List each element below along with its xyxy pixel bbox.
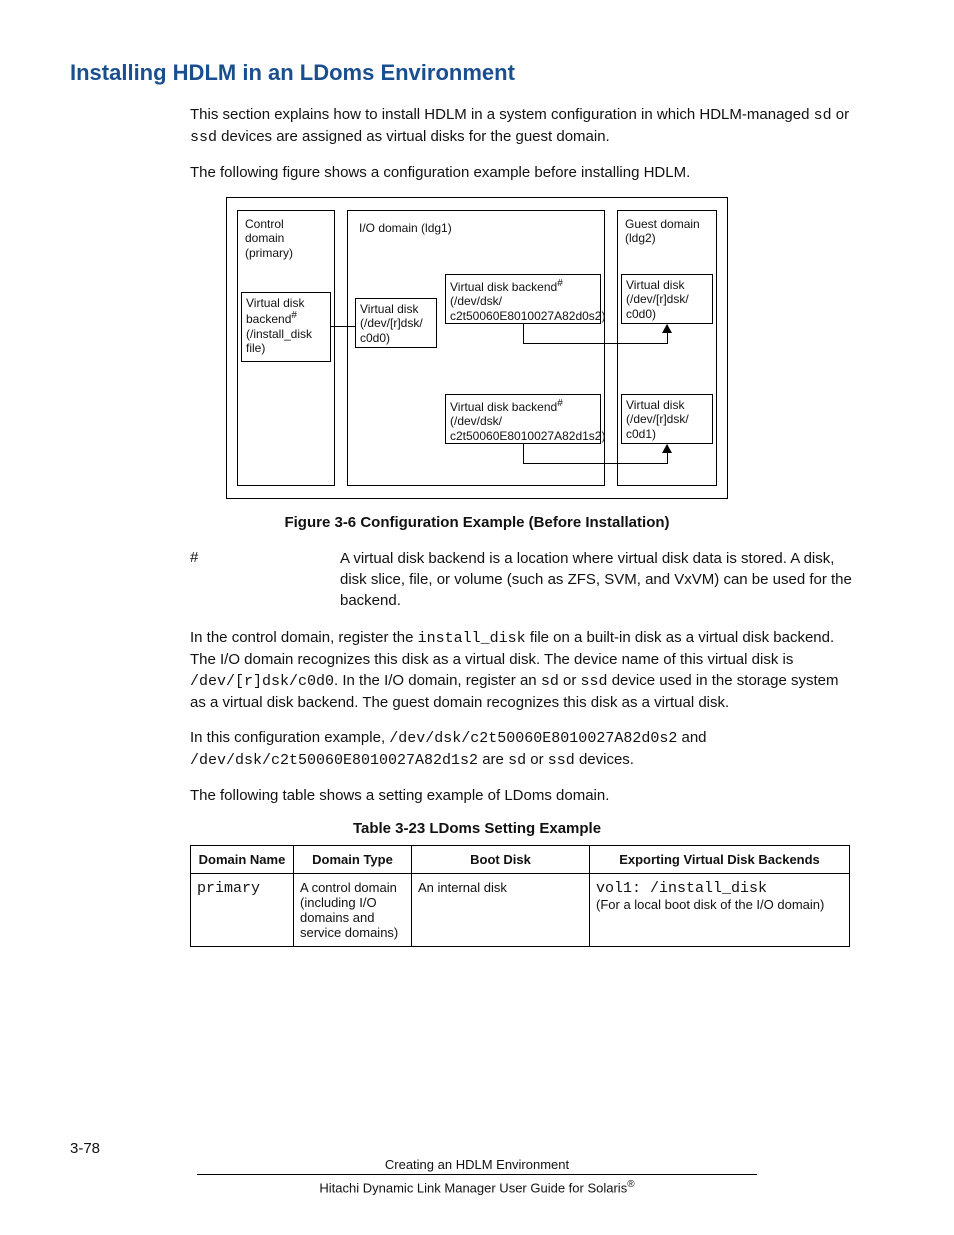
- footer-line1: Creating an HDLM Environment: [197, 1157, 757, 1175]
- p4a: In this configuration example,: [190, 729, 389, 746]
- gvd1-l1: Virtual disk: [626, 278, 684, 292]
- p3d: or: [559, 672, 581, 689]
- gvd2-l2: (/dev/[r]dsk/: [626, 412, 689, 426]
- vdb2-l2: (/dev/dsk/: [450, 414, 502, 428]
- io-vd-l3: c0d0): [360, 331, 390, 345]
- p3c: . In the I/O domain, register an: [334, 672, 541, 689]
- td-domain-name-val: primary: [197, 880, 260, 897]
- code-dev-c0d0: /dev/[r]dsk/c0d0: [190, 673, 334, 690]
- io-vd-l1: Virtual disk: [360, 302, 418, 316]
- p4e: devices.: [575, 751, 634, 768]
- th-exporting: Exporting Virtual Disk Backends: [590, 846, 850, 874]
- ctrl-box-l3: (/install_disk: [246, 327, 312, 341]
- code-p4-1: /dev/dsk/c2t50060E8010027A82d0s2: [389, 730, 677, 747]
- code-p4-2: /dev/dsk/c2t50060E8010027A82d1s2: [190, 752, 478, 769]
- ldoms-table: Domain Name Domain Type Boot Disk Export…: [190, 845, 850, 947]
- td-exporting-text: (For a local boot disk of the I/O domain…: [596, 897, 824, 912]
- vdb1-sup: #: [557, 278, 563, 289]
- vdb2-l1: Virtual disk backend: [450, 400, 557, 414]
- io-vd-l2: (/dev/[r]dsk/: [360, 316, 423, 330]
- figure-caption: Figure 3-6 Configuration Example (Before…: [70, 514, 884, 531]
- th-domain-type: Domain Type: [294, 846, 412, 874]
- code-ssd-3: ssd: [548, 752, 575, 769]
- paragraph-2: The following figure shows a configurati…: [190, 162, 854, 183]
- diagram-control-l1: Control: [245, 217, 284, 231]
- gvd2-l3: c0d1): [626, 427, 656, 441]
- configuration-diagram: Control domain (primary) I/O domain (ldg…: [226, 197, 728, 499]
- para1-text-c: devices are assigned as virtual disks fo…: [217, 128, 610, 145]
- footer-line2: Hitachi Dynamic Link Manager User Guide …: [70, 1179, 884, 1195]
- code-install-disk: install_disk: [418, 630, 526, 647]
- footer-line2-text: Hitachi Dynamic Link Manager User Guide …: [319, 1180, 627, 1195]
- td-exporting-code: vol1: /install_disk: [596, 880, 767, 897]
- vdb1-l3: c2t50060E8010027A82d0s2): [450, 309, 605, 323]
- table-caption: Table 3-23 LDoms Setting Example: [70, 820, 884, 837]
- paragraph-5: The following table shows a setting exam…: [190, 785, 854, 806]
- td-exporting: vol1: /install_disk (For a local boot di…: [590, 874, 850, 947]
- paragraph-1: This section explains how to install HDL…: [190, 104, 854, 148]
- p4c: are: [478, 751, 508, 768]
- diagram-guest-l1: Guest domain: [625, 217, 700, 231]
- th-boot-disk: Boot Disk: [412, 846, 590, 874]
- vdb2-sup: #: [557, 398, 563, 409]
- code-ssd: ssd: [190, 129, 217, 146]
- td-domain-name: primary: [191, 874, 294, 947]
- page-number: 3-78: [70, 1140, 100, 1157]
- paragraph-3: In the control domain, register the inst…: [190, 627, 854, 713]
- vdb2-l3: c2t50060E8010027A82d1s2): [450, 429, 605, 443]
- hash-note: A virtual disk backend is a location whe…: [340, 548, 854, 611]
- ctrl-box-l4: file): [246, 341, 265, 355]
- page-footer: 3-78 Creating an HDLM Environment Hitach…: [70, 1157, 884, 1195]
- code-sd-2: sd: [541, 673, 559, 690]
- para1-text-b: or: [832, 106, 850, 123]
- figure-container: Control domain (primary) I/O domain (ldg…: [70, 197, 884, 504]
- diagram-control-l2: domain: [245, 231, 284, 245]
- p4b: and: [677, 729, 706, 746]
- gvd2-l1: Virtual disk: [626, 398, 684, 412]
- code-sd: sd: [814, 107, 832, 124]
- th-domain-name: Domain Name: [191, 846, 294, 874]
- table-row: primary A control domain (including I/O …: [191, 874, 850, 947]
- diagram-control-l3: (primary): [245, 246, 293, 260]
- diagram-guest-l2: (ldg2): [625, 231, 656, 245]
- para1-text-a: This section explains how to install HDL…: [190, 106, 814, 123]
- vdb1-l1: Virtual disk backend: [450, 280, 557, 294]
- table-header-row: Domain Name Domain Type Boot Disk Export…: [191, 846, 850, 874]
- diagram-io-label: I/O domain (ldg1): [359, 221, 452, 235]
- hash-symbol: #: [190, 549, 198, 566]
- td-boot-disk: An internal disk: [412, 874, 590, 947]
- gvd1-l3: c0d0): [626, 307, 656, 321]
- section-heading: Installing HDLM in an LDoms Environment: [70, 60, 884, 86]
- vdb1-l2: (/dev/dsk/: [450, 294, 502, 308]
- td-domain-type: A control domain (including I/O domains …: [294, 874, 412, 947]
- p4d: or: [526, 751, 548, 768]
- ctrl-box-l1: Virtual disk: [246, 296, 304, 310]
- ctrl-box-l2: backend: [246, 312, 291, 326]
- paragraph-4: In this configuration example, /dev/dsk/…: [190, 727, 854, 771]
- p3a: In the control domain, register the: [190, 629, 418, 646]
- code-sd-3: sd: [508, 752, 526, 769]
- registered-mark: ®: [627, 1179, 634, 1190]
- code-ssd-2: ssd: [581, 673, 608, 690]
- ctrl-box-sup: #: [291, 310, 297, 321]
- gvd1-l2: (/dev/[r]dsk/: [626, 292, 689, 306]
